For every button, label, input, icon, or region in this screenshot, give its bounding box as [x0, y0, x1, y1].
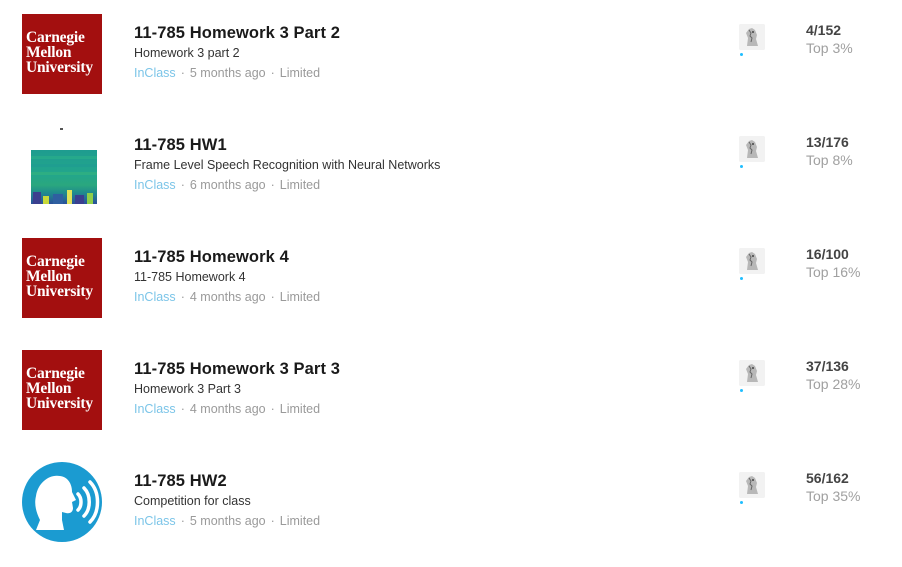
leaderboard-percentile: Top 28%	[806, 376, 861, 392]
meta-separator: ·	[180, 178, 185, 192]
logo-text-line: Mellon	[26, 380, 72, 397]
competition-meta: InClass · 5 months ago · Limited	[134, 514, 320, 528]
time-ago: 4 months ago	[189, 402, 266, 416]
competition-title[interactable]: 11-785 HW2	[134, 472, 227, 491]
meta-separator: ·	[180, 402, 185, 416]
host-label[interactable]: InClass	[134, 402, 176, 416]
leaderboard-rank: 56/162	[806, 470, 849, 486]
time-ago: 5 months ago	[189, 66, 266, 80]
team-status-dot	[740, 389, 743, 392]
horse-avatar-icon[interactable]	[739, 24, 765, 50]
meta-separator: ·	[180, 290, 185, 304]
logo-text-line: Mellon	[26, 44, 72, 61]
spectrogram-blob	[87, 193, 93, 204]
host-label[interactable]: InClass	[134, 66, 176, 80]
competition-subtitle: Homework 3 part 2	[134, 46, 240, 60]
competition-subtitle: 11-785 Homework 4	[134, 270, 246, 284]
horse-avatar-icon[interactable]	[739, 248, 765, 274]
logo-text-line: Mellon	[26, 268, 72, 285]
access-label: Limited	[279, 66, 321, 80]
spectrogram-band	[31, 172, 97, 175]
spectrogram-blob	[53, 194, 63, 204]
logo-text-line: University	[26, 395, 93, 412]
meta-separator: ·	[270, 290, 275, 304]
competition-subtitle: Homework 3 Part 3	[134, 382, 241, 396]
access-label: Limited	[279, 402, 321, 416]
logo-text-line: University	[26, 59, 93, 76]
leaderboard-percentile: Top 35%	[806, 488, 861, 504]
cmu-logo-thumbnail[interactable]: Carnegie Mellon University	[22, 350, 102, 430]
meta-separator: ·	[270, 514, 275, 528]
meta-separator: ·	[180, 66, 185, 80]
spectrogram-blob	[43, 196, 49, 204]
competition-title[interactable]: 11-785 HW1	[134, 136, 227, 155]
cmu-logo-thumbnail[interactable]: Carnegie Mellon University	[22, 238, 102, 318]
spectrogram-blob	[33, 192, 41, 204]
time-ago: 4 months ago	[189, 290, 266, 304]
cmu-logo-thumbnail[interactable]: Carnegie Mellon University	[22, 14, 102, 94]
thumbnail-caption-mark	[60, 128, 63, 130]
horse-avatar-icon[interactable]	[739, 472, 765, 498]
logo-text-line: Carnegie	[26, 365, 85, 382]
team-status-dot	[740, 277, 743, 280]
competition-meta: InClass · 6 months ago · Limited	[134, 178, 320, 192]
voice-recognition-thumbnail[interactable]	[22, 462, 102, 542]
logo-text-line: Carnegie	[26, 253, 85, 270]
team-status-dot	[740, 165, 743, 168]
leaderboard-rank: 37/136	[806, 358, 849, 374]
spectrogram-plot	[31, 150, 97, 204]
access-label: Limited	[279, 514, 321, 528]
spectrogram-blob	[75, 195, 84, 204]
time-ago: 6 months ago	[189, 178, 266, 192]
meta-separator: ·	[270, 66, 275, 80]
competition-row[interactable]: Carnegie Mellon University 11-785 Homewo…	[0, 336, 902, 448]
host-label[interactable]: InClass	[134, 178, 176, 192]
competition-meta: InClass · 5 months ago · Limited	[134, 66, 320, 80]
competition-row[interactable]: Carnegie Mellon University 11-785 Homewo…	[0, 224, 902, 336]
competition-row[interactable]: Carnegie Mellon University 11-785 Homewo…	[0, 0, 902, 112]
leaderboard-rank: 4/152	[806, 22, 842, 38]
voice-recognition-icon	[22, 462, 102, 542]
competition-subtitle: Frame Level Speech Recognition with Neur…	[134, 158, 441, 172]
leaderboard-percentile: Top 16%	[806, 264, 861, 280]
access-label: Limited	[279, 178, 321, 192]
competition-meta: InClass · 4 months ago · Limited	[134, 402, 320, 416]
competition-title[interactable]: 11-785 Homework 4	[134, 248, 289, 267]
spectrogram-thumbnail[interactable]	[22, 126, 102, 206]
spectrogram-band	[31, 156, 97, 159]
logo-text-line: Carnegie	[26, 29, 85, 46]
competition-meta: InClass · 4 months ago · Limited	[134, 290, 320, 304]
meta-separator: ·	[180, 514, 185, 528]
competition-subtitle: Competition for class	[134, 494, 251, 508]
access-label: Limited	[279, 290, 321, 304]
competition-title[interactable]: 11-785 Homework 3 Part 3	[134, 360, 340, 379]
leaderboard-percentile: Top 3%	[806, 40, 853, 56]
leaderboard-percentile: Top 8%	[806, 152, 853, 168]
meta-separator: ·	[270, 178, 275, 192]
competition-title[interactable]: 11-785 Homework 3 Part 2	[134, 24, 340, 43]
host-label[interactable]: InClass	[134, 514, 176, 528]
spectrogram-band	[31, 164, 97, 167]
spectrogram-blob	[67, 190, 72, 204]
competition-row[interactable]: 11-785 HW1 Frame Level Speech Recognitio…	[0, 112, 902, 224]
leaderboard-rank: 13/176	[806, 134, 849, 150]
host-label[interactable]: InClass	[134, 290, 176, 304]
team-status-dot	[740, 53, 743, 56]
logo-text-line: University	[26, 283, 93, 300]
competition-row[interactable]: 11-785 HW2 Competition for class InClass…	[0, 448, 902, 560]
horse-avatar-icon[interactable]	[739, 136, 765, 162]
leaderboard-rank: 16/100	[806, 246, 849, 262]
meta-separator: ·	[270, 402, 275, 416]
time-ago: 5 months ago	[189, 514, 266, 528]
team-status-dot	[740, 501, 743, 504]
horse-avatar-icon[interactable]	[739, 360, 765, 386]
